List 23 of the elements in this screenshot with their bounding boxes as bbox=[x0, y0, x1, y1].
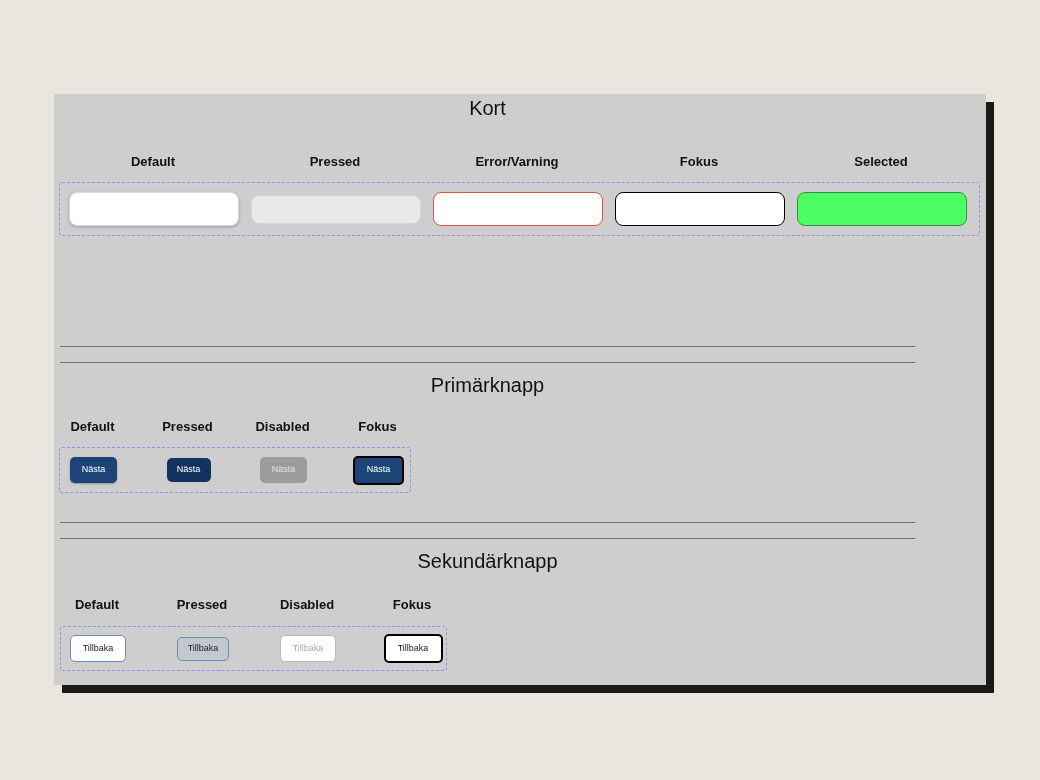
state-label: Selected bbox=[854, 153, 908, 171]
section-title: Primärknapp bbox=[430, 373, 545, 397]
card[interactable] bbox=[615, 192, 785, 226]
next-button[interactable]: Nästa bbox=[166, 458, 211, 482]
back-button[interactable]: Tillbaka bbox=[177, 636, 229, 661]
section-title: Kort bbox=[469, 96, 506, 120]
state-label: Disabled bbox=[255, 418, 310, 436]
state-label: Error/Varning bbox=[475, 153, 559, 171]
next-button[interactable]: Nästa bbox=[70, 457, 117, 483]
state-label: Pressed bbox=[162, 418, 213, 436]
state-label: Fokus bbox=[358, 418, 397, 436]
state-label: Pressed bbox=[176, 596, 228, 614]
state-label: Fokus bbox=[679, 153, 719, 171]
back-button[interactable]: Tillbaka bbox=[383, 634, 443, 663]
state-label: Default bbox=[70, 418, 115, 436]
next-button[interactable]: Nästa bbox=[353, 455, 404, 485]
back-button[interactable]: Tillbaka bbox=[70, 635, 126, 662]
state-label: Default bbox=[130, 153, 176, 171]
state-label: Disabled bbox=[279, 596, 335, 614]
section-title: Sekundärknapp bbox=[417, 549, 558, 573]
state-label: Fokus bbox=[392, 596, 432, 614]
state-label: Default bbox=[74, 596, 120, 614]
state-label: Pressed bbox=[309, 153, 361, 171]
